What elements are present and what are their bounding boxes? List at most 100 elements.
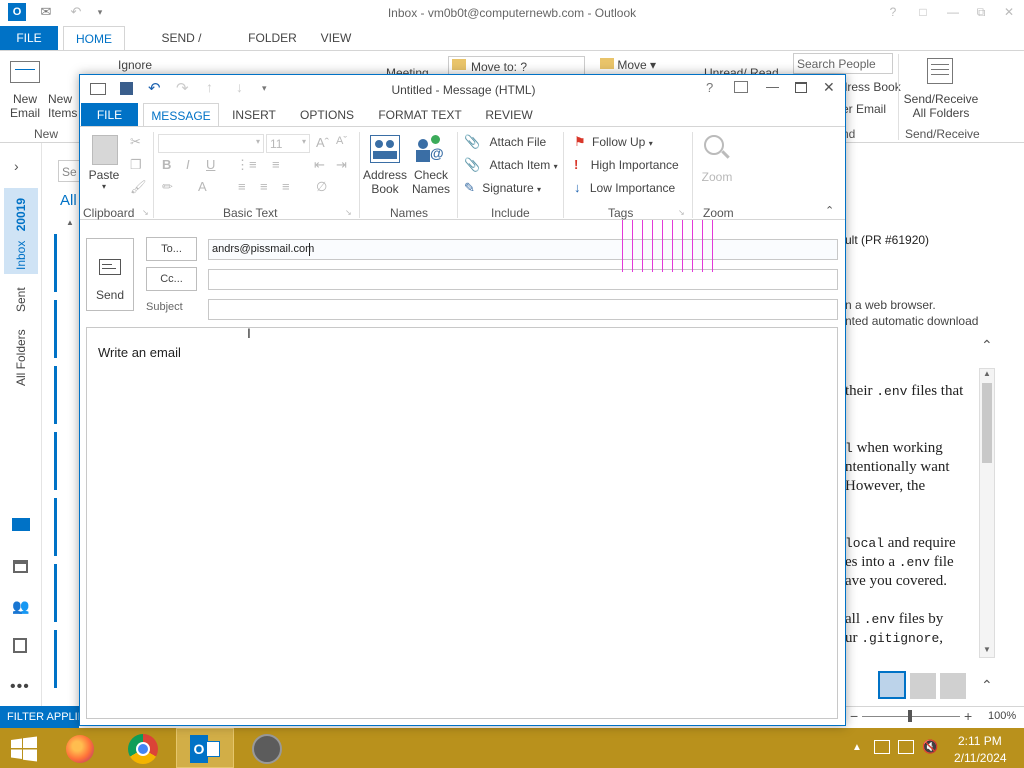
increase-indent-icon[interactable]: ⇥ — [336, 157, 347, 173]
people-pane-avatar-selected[interactable] — [878, 671, 906, 699]
clipboard-launcher-icon[interactable]: ↘ — [142, 208, 149, 217]
new-email-button[interactable]: New Email — [4, 92, 46, 120]
new-items-button[interactable]: New Items — [48, 92, 80, 120]
bullets-icon[interactable]: ⋮≡ — [236, 157, 257, 173]
send-button[interactable]: Send — [86, 238, 134, 311]
tasks-icon[interactable] — [13, 638, 27, 653]
show-hidden-icons[interactable]: ▲ — [852, 742, 862, 753]
scroll-up-arrow-icon[interactable]: ▲ — [983, 369, 991, 378]
follow-up-button[interactable]: ⚑ Follow Up ▾ — [574, 134, 653, 150]
system-app-taskbar-button[interactable] — [238, 728, 296, 768]
align-center-icon[interactable]: ≡ — [260, 179, 268, 194]
sent-nav-item[interactable]: Sent — [14, 287, 28, 312]
zoom-in-button[interactable]: + — [964, 708, 972, 724]
font-color-icon[interactable]: A — [198, 179, 207, 194]
compose-help-button[interactable]: ? — [706, 80, 713, 95]
cut-icon[interactable]: ✂ — [130, 134, 141, 150]
zoom-button[interactable]: Zoom — [698, 170, 736, 184]
compose-tab-format-text[interactable]: FORMAT TEXT — [374, 103, 466, 127]
decrease-indent-icon[interactable]: ⇤ — [314, 157, 325, 173]
format-painter-icon[interactable]: 🖌 — [130, 179, 147, 195]
message-list-scroll-up-icon[interactable]: ▲ — [66, 218, 74, 227]
expand-folder-pane-icon[interactable]: › — [14, 158, 19, 174]
people-icon[interactable]: 👥 — [12, 598, 29, 615]
chrome-taskbar-button[interactable] — [114, 728, 172, 768]
collapse-ribbon-icon[interactable]: ⌃ — [825, 204, 834, 217]
cc-field[interactable] — [208, 269, 838, 290]
all-folders-nav-item[interactable]: All Folders — [14, 329, 28, 386]
filter-all-tab[interactable]: All — [60, 192, 77, 209]
highlight-icon[interactable]: ✏ — [162, 179, 173, 195]
compose-tab-options[interactable]: OPTIONS — [296, 103, 358, 127]
italic-button[interactable]: I — [186, 157, 190, 172]
numbering-icon[interactable]: ≡ — [272, 157, 280, 172]
calendar-icon[interactable] — [13, 560, 28, 573]
collapse-header-icon[interactable]: ⌃ — [981, 337, 993, 354]
ribbon-display-options-button[interactable]: □ — [912, 3, 934, 21]
to-field[interactable]: andrs@pissmail.com — [208, 239, 838, 260]
more-options-icon[interactable]: ••• — [10, 678, 30, 696]
firefox-taskbar-button[interactable] — [52, 728, 110, 768]
high-importance-button[interactable]: ! High Importance — [574, 157, 679, 172]
bold-button[interactable]: B — [162, 157, 171, 172]
outlook-taskbar-button[interactable]: O — [176, 728, 234, 768]
minimize-button[interactable]: — — [942, 3, 964, 21]
compose-minimize-button[interactable]: — — [766, 79, 779, 94]
compose-tab-review[interactable]: REVIEW — [480, 103, 538, 127]
align-right-icon[interactable]: ≡ — [282, 179, 290, 194]
font-size-combo[interactable]: 11 ▾ — [266, 134, 310, 153]
network-icon[interactable] — [898, 740, 914, 754]
font-name-combo[interactable]: ▾ — [158, 134, 264, 153]
people-pane-avatar[interactable] — [910, 673, 936, 699]
address-book-button[interactable]: Address Book — [362, 168, 408, 196]
compose-tab-file[interactable]: FILE — [81, 103, 138, 127]
ignore-button[interactable]: Ignore — [118, 58, 152, 72]
low-importance-button[interactable]: ↓ Low Importance — [574, 180, 675, 195]
paste-button[interactable]: Paste ▾ — [88, 168, 120, 191]
restore-button[interactable]: ⧉ — [970, 3, 992, 21]
people-pane-collapse-icon[interactable]: ⌃ — [981, 677, 993, 694]
tab-file[interactable]: FILE — [0, 26, 58, 50]
tab-send-receive[interactable]: SEND / RECEIVE — [134, 26, 229, 69]
underline-button[interactable]: U — [206, 157, 215, 172]
message-body[interactable]: Write an email — [86, 327, 838, 719]
shrink-font-icon[interactable]: Aˇ — [336, 135, 347, 147]
clock-date[interactable]: 2/11/2024 — [954, 751, 1007, 765]
send-receive-all-folders-button[interactable]: Send/Receive All Folders — [900, 92, 982, 120]
tags-launcher-icon[interactable]: ↘ — [678, 208, 685, 217]
tab-home[interactable]: HOME — [63, 26, 125, 50]
scroll-thumb[interactable] — [982, 383, 992, 463]
subject-field[interactable] — [208, 299, 838, 320]
compose-tab-insert[interactable]: INSERT — [228, 103, 280, 127]
clear-formatting-icon[interactable]: ∅ — [316, 179, 327, 195]
tab-view[interactable]: VIEW — [315, 26, 357, 50]
move-to-quickstep[interactable]: Move to: ? — [448, 56, 585, 76]
people-pane-avatar[interactable] — [940, 673, 966, 699]
help-button[interactable]: ? — [882, 3, 904, 21]
windows-start-button[interactable] — [10, 736, 38, 762]
compose-tab-message[interactable]: MESSAGE — [143, 103, 219, 127]
tab-folder[interactable]: FOLDER — [245, 26, 300, 50]
zoom-out-button[interactable]: − — [850, 708, 858, 724]
reading-scrollbar[interactable]: ▲ ▼ — [979, 368, 995, 658]
close-button[interactable]: ✕ — [998, 3, 1020, 21]
copy-icon[interactable]: ❐ — [130, 157, 142, 173]
search-people-input[interactable]: Search People — [793, 53, 893, 74]
search-mailbox-input[interactable]: Se — [58, 160, 80, 182]
basic-text-launcher-icon[interactable]: ↘ — [345, 208, 352, 217]
mail-icon[interactable] — [12, 518, 30, 531]
check-names-button[interactable]: Check Names — [410, 168, 452, 196]
signature-button[interactable]: ✎ Signature ▾ — [464, 180, 541, 196]
align-left-icon[interactable]: ≡ — [238, 179, 246, 194]
compose-close-button[interactable]: ✕ — [823, 79, 835, 96]
compose-ribbon-options-button[interactable] — [734, 81, 748, 93]
to-button[interactable]: To... — [146, 237, 197, 261]
move-button[interactable]: Move ▾ — [600, 58, 656, 72]
volume-muted-icon[interactable]: 🔇 — [922, 739, 938, 755]
attach-file-button[interactable]: 📎 Attach File — [464, 134, 546, 150]
grow-font-icon[interactable]: Aˆ — [316, 135, 329, 150]
zoom-slider-thumb[interactable] — [908, 710, 912, 722]
action-center-icon[interactable] — [874, 740, 890, 754]
scroll-down-arrow-icon[interactable]: ▼ — [983, 645, 991, 654]
attach-item-button[interactable]: 📎 Attach Item ▾ — [464, 157, 558, 173]
